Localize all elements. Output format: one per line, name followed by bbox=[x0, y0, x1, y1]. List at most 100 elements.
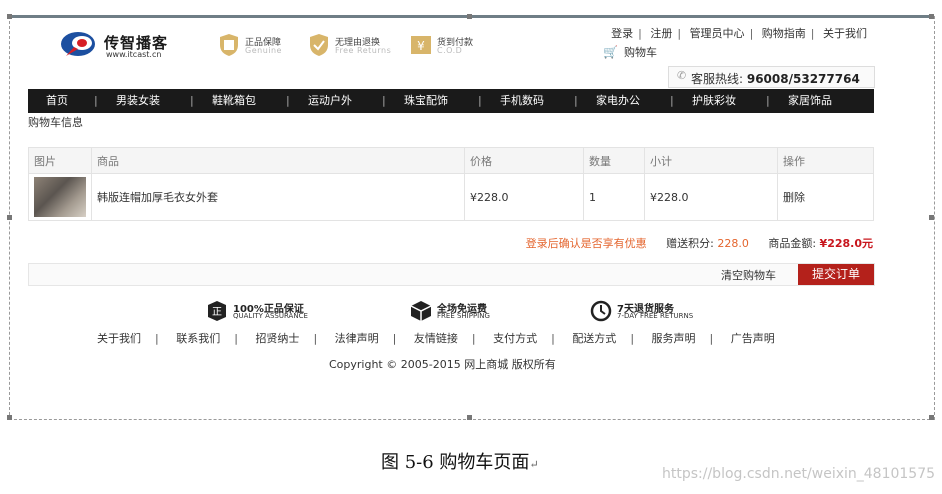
resize-handle[interactable] bbox=[467, 415, 472, 420]
footer-link-careers[interactable]: 招贤纳士 bbox=[255, 332, 299, 345]
hotline-box: ✆ 客服热线: 96008/53277764 bbox=[668, 66, 875, 88]
nav-item-jewelry[interactable]: 珠宝配饰 bbox=[404, 89, 448, 113]
nav-item-clothing[interactable]: 男装女装 bbox=[116, 89, 160, 113]
shopping-guide-link[interactable]: 购物指南 bbox=[762, 27, 806, 40]
resize-handle[interactable] bbox=[467, 14, 472, 19]
resize-handle[interactable] bbox=[929, 215, 934, 220]
caption-text: 图 5-6 购物车页面 bbox=[381, 452, 530, 473]
link-separator: | bbox=[313, 332, 318, 345]
nav-item-cosmetics[interactable]: 护肤彩妆 bbox=[692, 89, 736, 113]
nav-item-home-decor[interactable]: 家居饰品 bbox=[788, 89, 832, 113]
nav-item-appliances[interactable]: 家电办公 bbox=[596, 89, 640, 113]
box-icon bbox=[410, 301, 432, 321]
link-separator: | bbox=[810, 27, 815, 40]
link-separator: | bbox=[749, 27, 754, 40]
shield-icon bbox=[310, 34, 328, 56]
figure-caption: 图 5-6 购物车页面↵ bbox=[381, 448, 539, 474]
about-us-link[interactable]: 关于我们 bbox=[823, 27, 867, 40]
column-header: 小计 bbox=[644, 147, 778, 174]
badge-subtitle: Genuine bbox=[245, 46, 282, 55]
points-value: 228.0 bbox=[717, 237, 749, 250]
footer-link-payment[interactable]: 支付方式 bbox=[493, 332, 537, 345]
amount-label: 商品金额: bbox=[768, 237, 820, 250]
resize-handle[interactable] bbox=[7, 215, 12, 220]
table-row: 韩版连帽加厚毛衣女外套 ¥228.0 1 ¥228.0 删除 bbox=[28, 173, 874, 221]
shopping-cart-icon: 🛒 bbox=[603, 45, 618, 59]
cart-table: 图片 商品 价格 数量 小计 操作 韩版连帽加厚毛衣女外套 ¥228.0 1 ¥… bbox=[28, 147, 874, 221]
logo-url: www.itcast.cn bbox=[106, 50, 162, 59]
footer-link-friends[interactable]: 友情链接 bbox=[414, 332, 458, 345]
login-link[interactable]: 登录 bbox=[611, 27, 633, 40]
footer-link-contact[interactable]: 联系我们 bbox=[176, 332, 220, 345]
nav-item-shoes-bags[interactable]: 鞋靴箱包 bbox=[212, 89, 256, 113]
column-header: 价格 bbox=[464, 147, 584, 174]
link-separator: | bbox=[471, 332, 476, 345]
column-header: 操作 bbox=[777, 147, 874, 174]
link-separator: | bbox=[392, 332, 397, 345]
column-header: 数量 bbox=[583, 147, 645, 174]
submit-order-button[interactable]: 提交订单 bbox=[798, 264, 874, 285]
cash-icon: ¥ bbox=[411, 36, 431, 54]
hotline-text: 客服热线: 96008/53277764 bbox=[691, 70, 860, 87]
link-separator: | bbox=[630, 332, 635, 345]
column-header: 商品 bbox=[91, 147, 465, 174]
link-separator: | bbox=[677, 27, 682, 40]
footer-link-delivery[interactable]: 配送方式 bbox=[572, 332, 616, 345]
resize-handle[interactable] bbox=[929, 415, 934, 420]
nav-separator: | bbox=[286, 94, 290, 107]
watermark: https://blog.csdn.net/weixin_48101575 bbox=[662, 466, 936, 482]
phone-icon: ✆ bbox=[677, 69, 687, 82]
resize-handle[interactable] bbox=[7, 14, 12, 19]
svg-text:正: 正 bbox=[212, 307, 222, 318]
footer-link-service[interactable]: 服务声明 bbox=[652, 332, 696, 345]
clear-cart-button[interactable]: 清空购物车 bbox=[721, 267, 776, 283]
hotline-label: 客服热线: bbox=[691, 72, 747, 86]
product-thumbnail[interactable] bbox=[34, 177, 86, 217]
product-name[interactable]: 韩版连帽加厚毛衣女外套 bbox=[91, 173, 465, 221]
nav-separator: | bbox=[190, 94, 194, 107]
column-header: 图片 bbox=[28, 147, 92, 174]
resize-handle[interactable] bbox=[7, 415, 12, 420]
cart-section-title: 购物车信息 bbox=[28, 116, 83, 129]
svg-text:¥: ¥ bbox=[417, 39, 425, 53]
nav-separator: | bbox=[574, 94, 578, 107]
paragraph-mark: ↵ bbox=[529, 458, 539, 471]
cart-link[interactable]: 🛒 购物车 bbox=[603, 44, 657, 60]
admin-center-link[interactable]: 管理员中心 bbox=[690, 27, 745, 40]
product-quantity: 1 bbox=[583, 173, 645, 221]
product-subtotal: ¥228.0 bbox=[644, 173, 778, 221]
footer-link-legal[interactable]: 法律声明 bbox=[335, 332, 379, 345]
footer-link-about[interactable]: 关于我们 bbox=[97, 332, 141, 345]
clock-icon bbox=[590, 300, 612, 322]
resize-handle[interactable] bbox=[929, 14, 934, 19]
copyright: Copyright © 2005-2015 网上商城 版权所有 bbox=[329, 358, 556, 371]
badge-subtitle: Free Returns bbox=[335, 46, 392, 55]
nav-separator: | bbox=[94, 94, 98, 107]
table-header-row: 图片 商品 价格 数量 小计 操作 bbox=[28, 147, 874, 174]
main-nav: 首页 | 男装女装 | 鞋靴箱包 | 运动户外 | 珠宝配饰 | 手机数码 | … bbox=[28, 89, 874, 113]
top-links: 登录 | 注册 | 管理员中心 | 购物指南 | 关于我们 bbox=[608, 25, 870, 41]
points-label: 赠送积分: bbox=[666, 237, 718, 250]
badge-subtitle: C.O.D bbox=[437, 46, 463, 55]
footer-link-ads[interactable]: 广告声明 bbox=[731, 332, 775, 345]
nav-item-sports[interactable]: 运动户外 bbox=[308, 89, 352, 113]
nav-separator: | bbox=[382, 94, 386, 107]
footer-links: 关于我们 | 联系我们 | 招贤纳士 | 法律声明 | 友情链接 | 支付方式 | 配送方式… bbox=[97, 330, 775, 346]
promo-text: 登录后确认是否享有优惠 bbox=[525, 237, 647, 250]
register-link[interactable]: 注册 bbox=[650, 27, 672, 40]
nav-separator: | bbox=[766, 94, 770, 107]
site-logo[interactable]: 传智播客 www.itcast.cn bbox=[60, 29, 175, 63]
cart-label: 购物车 bbox=[623, 46, 657, 59]
amount-value: ¥228.0元 bbox=[819, 237, 873, 250]
nav-item-digital[interactable]: 手机数码 bbox=[500, 89, 544, 113]
nav-separator: | bbox=[478, 94, 482, 107]
nav-item-home[interactable]: 首页 bbox=[46, 89, 68, 113]
link-separator: | bbox=[155, 332, 159, 345]
cart-summary: 登录后确认是否享有优惠 赠送积分: 228.0 商品金额: ¥228.0元 bbox=[526, 235, 873, 251]
quality-icon: 正 bbox=[208, 301, 226, 321]
product-image-cell bbox=[28, 173, 92, 221]
nav-separator: | bbox=[670, 94, 674, 107]
guarantee-subtitle: QUALITY ASSURANCE bbox=[233, 312, 308, 320]
delete-link[interactable]: 删除 bbox=[777, 173, 874, 221]
link-separator: | bbox=[709, 332, 714, 345]
